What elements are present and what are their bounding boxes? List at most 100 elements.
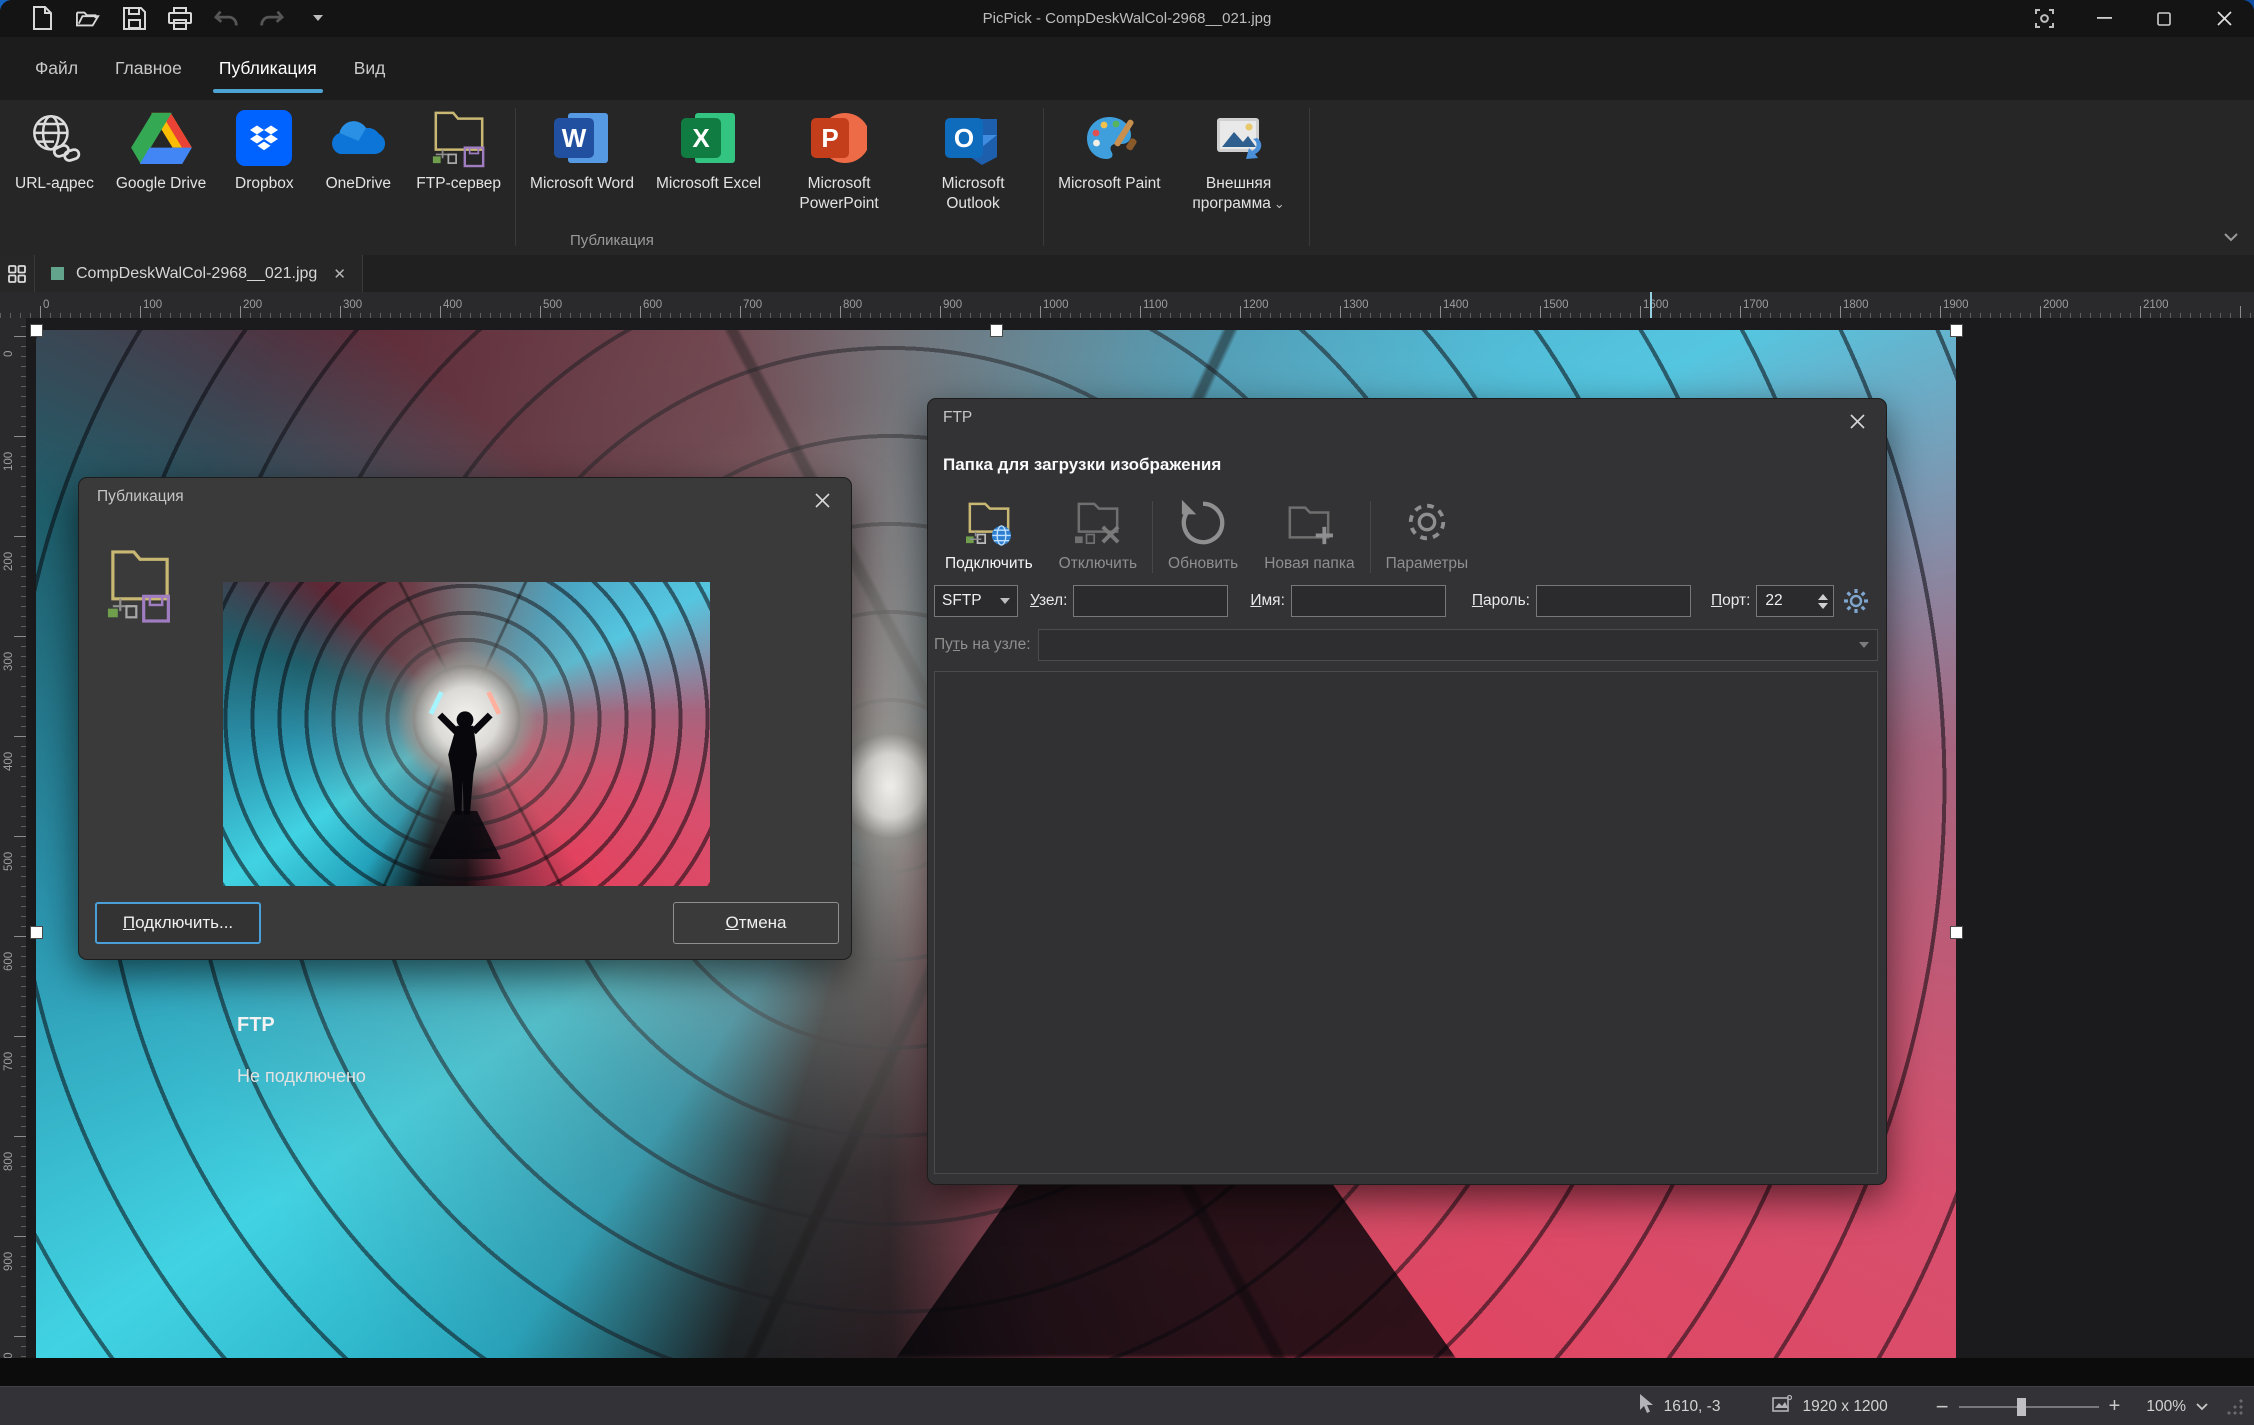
hruler-label: 1400 [1443, 299, 1469, 311]
ribbon-item-ms-excel[interactable]: X Microsoft Excel [645, 106, 772, 196]
svg-text:X: X [692, 123, 710, 153]
ribbon-item-ms-powerpoint[interactable]: P Microsoft PowerPoint [772, 106, 906, 216]
ribbon-item-external-program[interactable]: Внешняя программа ⌄ [1172, 106, 1306, 216]
tab-file-icon [51, 267, 64, 280]
new-file-icon[interactable] [30, 6, 54, 31]
hruler-label: 1200 [1243, 299, 1269, 311]
vruler-label: 900 [3, 1251, 15, 1271]
zoom-level: 100% [2146, 1397, 2186, 1415]
ftp-path-row: Путь на узле: [934, 627, 1878, 663]
toolbar-separator [1369, 501, 1371, 573]
ftp-dialog-close-icon[interactable] [1844, 409, 1870, 433]
zoom-out-icon[interactable]: − [1936, 1394, 1949, 1420]
chevron-down-icon: ⌄ [1273, 196, 1285, 212]
name-input[interactable] [1290, 585, 1446, 617]
save-icon[interactable] [122, 7, 146, 31]
vruler-label: 800 [3, 1151, 15, 1171]
port-spinner-arrows[interactable] [1818, 593, 1831, 609]
ftp-server-icon [430, 108, 488, 168]
redo-icon[interactable] [260, 7, 284, 31]
tab-вид[interactable]: Вид [352, 50, 388, 87]
ribbon-item-dropbox[interactable]: Dropbox [217, 106, 311, 196]
disconnect-icon [1071, 500, 1125, 551]
ftp-toolbar-gear-button[interactable]: Параметры [1373, 497, 1482, 577]
tab-grid-icon[interactable] [0, 255, 35, 292]
print-icon[interactable] [168, 7, 192, 31]
image-size-icon [1772, 1394, 1793, 1418]
ftp-toolbar-connect-button[interactable]: Подключить [932, 497, 1046, 577]
hruler-label: 200 [243, 299, 263, 311]
ribbon-item-label: Внешняя программа ⌄ [1192, 175, 1285, 213]
host-input[interactable] [1073, 585, 1229, 617]
ribbon-separator [1043, 108, 1045, 246]
minimize-button[interactable] [2074, 0, 2134, 37]
protocol-select[interactable]: SFTP [934, 585, 1018, 617]
ribbon-item-ms-outlook[interactable]: O Microsoft Outlook [906, 106, 1040, 216]
capture-icon[interactable] [2014, 0, 2074, 37]
connect-icon [962, 500, 1016, 551]
publish-dialog-close-icon[interactable] [809, 488, 835, 512]
vruler-label: 100 [3, 451, 15, 471]
ftp-folder-icon [103, 542, 177, 631]
ms-paint-icon [1080, 108, 1138, 168]
zoom-chevron-icon[interactable] [2196, 1398, 2208, 1416]
ftp-dialog-title: FTP [943, 409, 973, 426]
ribbon-item-ms-paint[interactable]: Microsoft Paint [1047, 106, 1172, 196]
ribbon-item-ms-word[interactable]: W Microsoft Word [519, 106, 645, 196]
silhouette-person [428, 691, 502, 859]
undo-icon[interactable] [214, 7, 238, 31]
resize-grip[interactable] [2226, 1397, 2244, 1416]
remote-path-combobox[interactable] [1037, 629, 1878, 661]
hruler-label: 1000 [1043, 299, 1069, 311]
zoom-slider-thumb[interactable] [2016, 1397, 2026, 1416]
document-tab[interactable]: CompDeskWalCol-2968__021.jpg ✕ [35, 255, 363, 292]
horizontal-ruler: 0 100 200 300 400 500 600 700 800 900 1000 1100 1200… [0, 292, 2254, 319]
connect-button[interactable]: Подключить... [95, 902, 261, 944]
vruler-label: 600 [3, 951, 15, 971]
ftp-toolbar-disconnect-button[interactable]: Отключить [1046, 497, 1150, 577]
hruler-label: 0 [43, 299, 50, 311]
ribbon-item-globe-link[interactable]: URL-адрес [4, 106, 105, 196]
zoom-slider[interactable] [1958, 1397, 2099, 1416]
close-button[interactable] [2194, 0, 2254, 37]
ribbon-collapse-chevron-icon[interactable] [2224, 229, 2238, 247]
hruler-label: 1800 [1843, 299, 1869, 311]
cursor-position: 1610, -3 [1663, 1397, 1721, 1415]
ftp-toolbar-new-folder-button[interactable]: Новая папка [1251, 497, 1367, 577]
ftp-toolbar-refresh-button[interactable]: Обновить [1155, 497, 1251, 577]
open-file-icon[interactable] [76, 7, 100, 31]
ftp-toolbar-label: Отключить [1058, 555, 1138, 572]
host-label: Узел: [1030, 592, 1068, 609]
ftp-file-list[interactable] [934, 671, 1878, 1174]
selection-handle-top-center[interactable] [990, 324, 1003, 337]
cancel-button[interactable]: Отмена [673, 902, 839, 944]
qat-dropdown-caret-icon[interactable] [306, 7, 330, 31]
ribbon-separator [515, 108, 517, 246]
hruler-label: 2000 [2043, 299, 2069, 311]
maximize-button[interactable] [2134, 0, 2194, 37]
ms-powerpoint-icon: P [811, 108, 868, 168]
password-label: Пароль: [1471, 592, 1530, 609]
selection-handle-top-left[interactable] [30, 324, 43, 337]
port-stepper[interactable]: 22 [1756, 585, 1835, 617]
ms-excel-icon: X [680, 108, 737, 168]
tab-публикация[interactable]: Публикация [212, 50, 323, 93]
tab-файл[interactable]: Файл [33, 50, 80, 87]
vruler-label: 300 [3, 651, 15, 671]
tab-title: CompDeskWalCol-2968__021.jpg [76, 264, 318, 282]
tab-close-icon[interactable]: ✕ [333, 265, 346, 283]
selection-handle-top-right[interactable] [1950, 324, 1963, 337]
tab-главное[interactable]: Главное [113, 50, 184, 87]
port-settings-gear-icon[interactable] [1843, 588, 1869, 614]
ftp-dialog-header: Папка для загрузки изображения [943, 455, 1222, 474]
ms-outlook-icon: O [945, 108, 1001, 168]
ribbon-item-ftp-server[interactable]: FTP-сервер [405, 106, 512, 196]
vruler-label: 500 [3, 851, 15, 871]
ribbon-item-google-drive[interactable]: Google Drive [105, 106, 217, 196]
ribbon-item-label: Dropbox [235, 175, 294, 192]
selection-handle-middle-right[interactable] [1950, 926, 1963, 939]
ribbon-item-onedrive[interactable]: OneDrive [311, 106, 405, 196]
selection-handle-middle-left[interactable] [30, 926, 43, 939]
password-input[interactable] [1535, 585, 1691, 617]
zoom-in-icon[interactable]: + [2109, 1395, 2121, 1418]
